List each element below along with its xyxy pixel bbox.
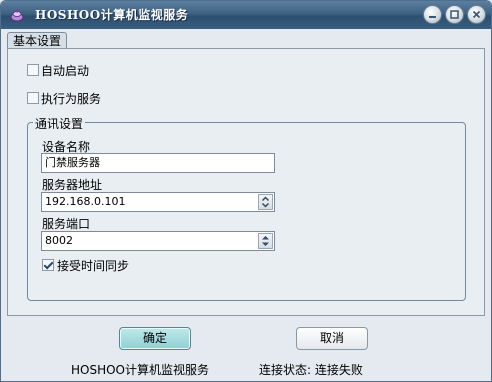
arrow-up-icon[interactable]: [261, 235, 270, 240]
close-button[interactable]: [467, 5, 486, 24]
minimize-icon: [429, 16, 436, 18]
server-port-spin-buttons[interactable]: [258, 233, 273, 249]
arrow-down-icon[interactable]: [261, 242, 270, 247]
window-controls: [423, 5, 486, 24]
device-name-input[interactable]: 门禁服务器: [41, 153, 275, 173]
server-port-stepper[interactable]: 8002: [41, 231, 275, 251]
run-as-service-label: 执行为服务: [41, 92, 102, 106]
maximize-button[interactable]: [445, 5, 464, 24]
connection-status: 连接状态: 连接失败: [259, 363, 363, 377]
auto-start-checkbox[interactable]: [27, 64, 39, 76]
server-port-value: 8002: [45, 234, 73, 247]
minimize-button[interactable]: [423, 5, 442, 24]
app-window: HOSHOO计算机监视服务 基本设置 自动启动 执行为服务 通讯设置 设备名称 …: [0, 0, 492, 382]
auto-start-label: 自动启动: [41, 64, 90, 78]
ok-button[interactable]: 确定: [119, 327, 191, 350]
maximize-icon: [450, 10, 459, 19]
updown-chevron-icon: [261, 196, 270, 208]
comm-settings-title: 通讯设置: [33, 115, 86, 132]
server-address-combo[interactable]: 192.168.0.101: [41, 192, 275, 212]
cancel-button[interactable]: 取消: [296, 327, 368, 350]
run-as-service-checkbox[interactable]: [27, 92, 39, 104]
tab-basic-settings[interactable]: 基本设置: [7, 32, 67, 49]
close-icon: [472, 10, 481, 19]
app-icon: [10, 9, 24, 22]
window-title: HOSHOO计算机监视服务: [35, 8, 189, 22]
server-port-label: 服务端口: [42, 217, 91, 231]
server-address-dropdown-button[interactable]: [258, 194, 273, 210]
time-sync-checkbox[interactable]: [42, 259, 54, 271]
time-sync-label: 接受时间同步: [57, 259, 130, 273]
device-name-value: 门禁服务器: [45, 156, 100, 169]
server-address-label: 服务器地址: [42, 178, 103, 192]
status-app-name: HOSHOO计算机监视服务: [71, 363, 210, 377]
title-bar[interactable]: HOSHOO计算机监视服务: [1, 1, 491, 29]
server-address-value: 192.168.0.101: [45, 195, 126, 208]
